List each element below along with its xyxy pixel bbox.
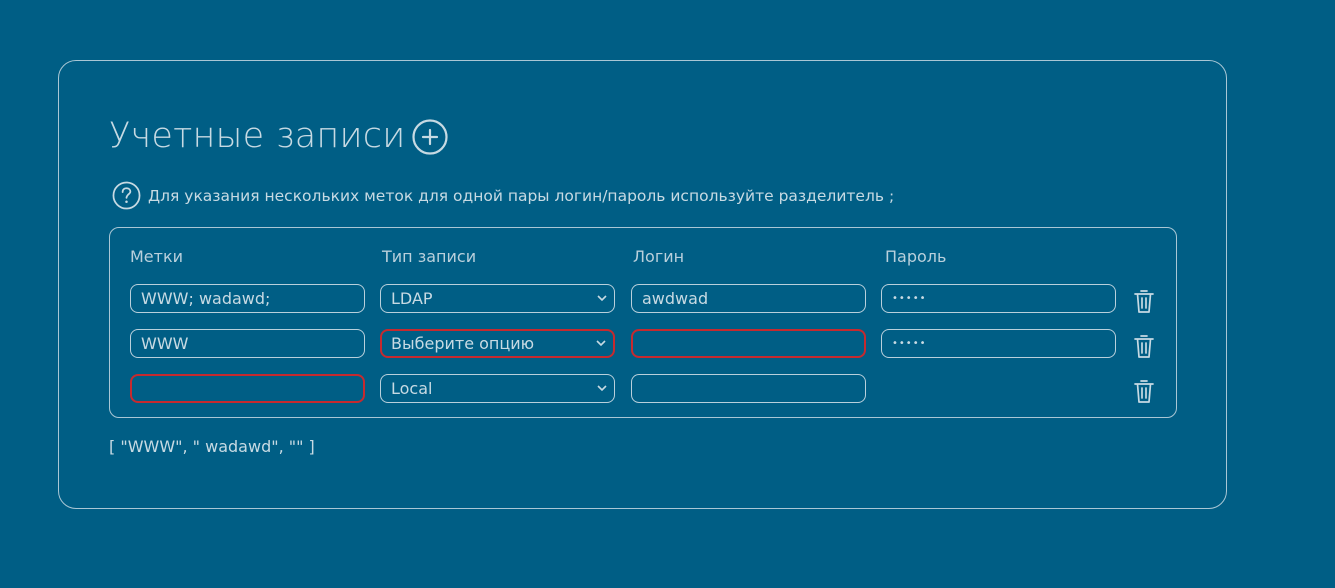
type-select[interactable]: LDAP	[380, 284, 615, 313]
type-select[interactable]: Local	[380, 374, 615, 403]
add-account-button[interactable]	[412, 119, 449, 155]
trash-icon[interactable]	[1133, 333, 1155, 359]
trash-icon[interactable]	[1133, 378, 1155, 404]
type-select-value: LDAP	[391, 289, 433, 308]
trash-icon[interactable]	[1133, 288, 1155, 314]
accounts-card: Учетные записи Для указания нескольких м…	[58, 60, 1227, 509]
password-input[interactable]: •••••	[881, 329, 1116, 358]
login-input[interactable]	[631, 374, 866, 403]
column-header-type: Тип записи	[382, 247, 477, 266]
hint-row: Для указания нескольких меток для одной …	[112, 181, 894, 210]
chevron-down-icon	[597, 295, 607, 302]
title-row: Учетные записи	[109, 115, 449, 157]
type-select-value: Выберите опцию	[391, 334, 535, 353]
type-select-value: Local	[391, 379, 433, 398]
type-select[interactable]: Выберите опцию	[380, 329, 615, 358]
login-input[interactable]: awdwad	[631, 284, 866, 313]
question-circle-icon	[112, 181, 141, 210]
labels-input[interactable]	[130, 374, 365, 403]
column-header-login: Логин	[633, 247, 685, 266]
password-input[interactable]: •••••	[881, 284, 1116, 313]
labels-input[interactable]: WWW; wadawd;	[130, 284, 365, 313]
chevron-down-icon	[597, 385, 607, 392]
login-input[interactable]	[631, 329, 866, 358]
page-title: Учетные записи	[109, 116, 406, 156]
chevron-down-icon	[596, 340, 606, 347]
column-header-labels: Метки	[130, 247, 184, 266]
labels-input[interactable]: WWW	[130, 329, 365, 358]
accounts-table: Метки Тип записи Логин Пароль WWW; wadaw…	[109, 227, 1177, 418]
labels-output: [ "WWW", " wadawd", "" ]	[109, 437, 315, 456]
hint-text: Для указания нескольких меток для одной …	[148, 186, 895, 205]
column-header-password: Пароль	[885, 247, 947, 266]
